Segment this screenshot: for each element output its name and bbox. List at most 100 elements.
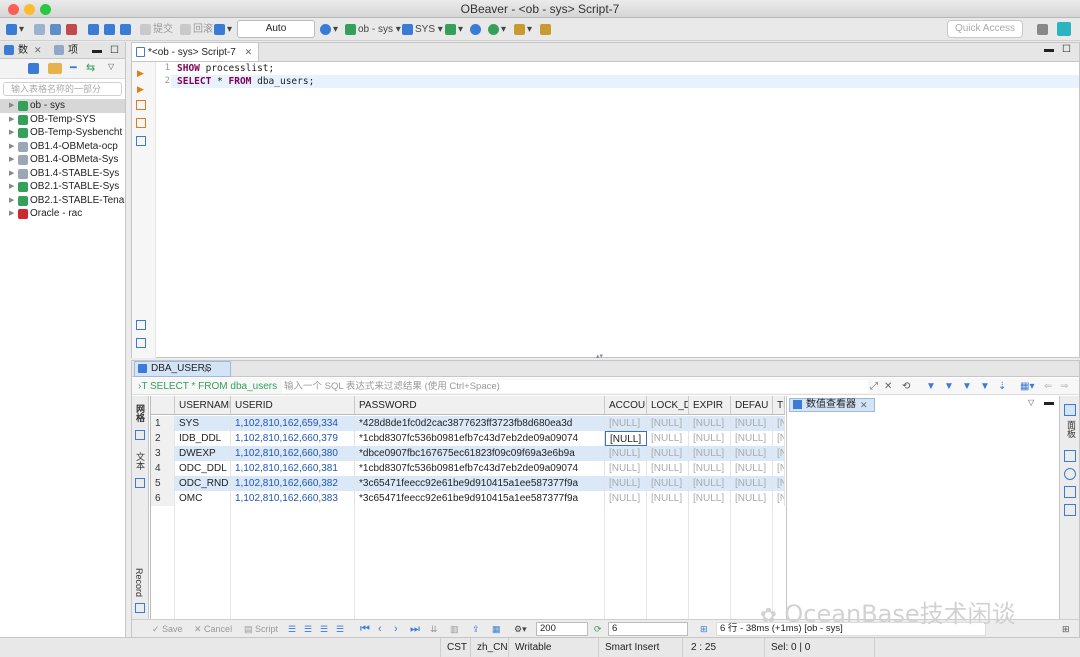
dbeaver-perspective-icon[interactable]	[1057, 21, 1073, 38]
navigation-icon[interactable]	[540, 21, 553, 38]
save-button[interactable]: ✓ Save	[152, 620, 183, 638]
active-connection-select[interactable]: ob - sys ▾	[345, 21, 401, 38]
tab-text-view[interactable]: 文本	[134, 452, 147, 470]
view-menu-icon[interactable]: ▽	[108, 62, 114, 71]
table-cell[interactable]: [NULL]	[605, 476, 647, 491]
link-editor-icon[interactable]: ⇆	[86, 61, 95, 74]
table-cell[interactable]: [NULL]	[605, 461, 647, 476]
connection-tree-item[interactable]: ▶ OB2.1-STABLE-Tena	[0, 194, 125, 208]
table-cell[interactable]: [NULL]	[647, 491, 689, 506]
next-page-icon[interactable]: ›	[394, 620, 398, 638]
calc-panel-icon[interactable]	[1064, 468, 1076, 480]
perspective-icon[interactable]	[1037, 21, 1050, 38]
table-cell[interactable]: *3c65471feecc92e61be9d910415a1ee587377f9…	[355, 476, 605, 491]
table-cell[interactable]: [NULL]	[731, 461, 773, 476]
expand-arrow-icon[interactable]: ▶	[9, 140, 14, 154]
table-cell[interactable]: 1,102,810,162,660,382	[231, 476, 355, 491]
active-schema-select[interactable]: SYS ▾	[402, 21, 443, 38]
table-cell[interactable]: *428d8de1fc0d2cac3877623ff3723fb8d680ea3…	[355, 416, 605, 431]
previous-page-icon[interactable]: ‹	[378, 620, 382, 638]
table-cell[interactable]: [NULL]	[689, 476, 731, 491]
table-cell[interactable]: [NULL]	[647, 476, 689, 491]
row-number[interactable]: 1	[151, 416, 175, 431]
tab-script-7[interactable]: *<ob - sys> Script-7 ✕	[132, 43, 260, 61]
table-cell[interactable]: [N	[773, 446, 785, 461]
quick-access-input[interactable]: Quick Access	[947, 20, 1023, 38]
tab-dba-users[interactable]: DBA_USERS ✕	[134, 361, 231, 377]
table-cell[interactable]: *dbce0907fbc167675ec61823f09c09f69a3e6b9…	[355, 446, 605, 461]
delete-row-icon[interactable]: ☰	[336, 620, 344, 638]
refresh-results-icon[interactable]: ⟳	[594, 620, 602, 638]
table-cell[interactable]: SYS	[175, 416, 231, 431]
sql-editor-icon[interactable]	[120, 21, 133, 38]
table-row[interactable]: 6 OMC 1,102,810,162,660,383 *3c65471feecc92…	[151, 491, 785, 506]
column-header[interactable]: DEFAU	[731, 396, 773, 415]
connection-tree-item[interactable]: ▶ OB2.1-STABLE-Sys	[0, 180, 125, 194]
execute-new-tab-icon[interactable]	[136, 100, 146, 110]
column-header[interactable]: EXPIR	[689, 396, 731, 415]
copy-row-icon[interactable]: ☰	[320, 620, 328, 638]
minimize-icon[interactable]: ▬	[92, 42, 102, 59]
table-cell[interactable]: DWEXP	[175, 446, 231, 461]
row-number[interactable]: 5	[151, 476, 175, 491]
folder-icon[interactable]	[48, 63, 62, 74]
table-cell[interactable]: [NULL]	[731, 491, 773, 506]
collapse-all-icon[interactable]: ━	[70, 61, 77, 74]
filter-icon[interactable]: ▼	[926, 378, 936, 395]
connection-tree-item[interactable]: ▶ OB1.4-OBMeta-ocp	[0, 140, 125, 154]
fetch-size-input[interactable]: 200	[536, 622, 588, 636]
code-line[interactable]: SELECT * FROM dba_users;	[177, 76, 314, 87]
cloud-icon[interactable]	[470, 21, 483, 38]
row-number[interactable]: 4	[151, 461, 175, 476]
outline-icon[interactable]	[136, 320, 146, 330]
table-row[interactable]: 5 ODC_RND 1,102,810,162,660,382 *3c65471fee…	[151, 476, 785, 491]
column-header[interactable]: PASSWORD	[355, 396, 605, 415]
metadata-panel-icon[interactable]	[1064, 486, 1076, 498]
forward-icon[interactable]: ⇒	[1060, 378, 1068, 395]
table-cell[interactable]: [NULL]	[689, 491, 731, 506]
view-menu-icon[interactable]: ▽	[1028, 398, 1034, 407]
table-cell[interactable]: [NULL]	[689, 431, 731, 446]
splitter-handle[interactable]: ▴▾	[596, 352, 603, 360]
grouping-panel-icon[interactable]	[1064, 504, 1076, 516]
table-cell[interactable]: [NULL]	[731, 431, 773, 446]
tab-projects[interactable]: 项	[68, 42, 78, 59]
edit-row-icon[interactable]: ☰	[288, 620, 296, 638]
minimize-window-button[interactable]	[24, 4, 35, 15]
table-cell[interactable]: 1,102,810,162,660,383	[231, 491, 355, 506]
minimize-icon[interactable]: ▬	[1044, 397, 1054, 408]
table-cell[interactable]: [NULL]	[605, 431, 647, 446]
layout-icon[interactable]: ▦▾	[1020, 378, 1034, 395]
expand-arrow-icon[interactable]: ▶	[9, 153, 14, 167]
first-page-icon[interactable]: ⏮	[360, 620, 370, 638]
table-cell[interactable]: [NULL]	[731, 416, 773, 431]
explain-plan-icon[interactable]	[136, 118, 146, 128]
close-window-button[interactable]	[8, 4, 19, 15]
table-cell[interactable]: [NULL]	[647, 416, 689, 431]
table-cell[interactable]: [N	[773, 476, 785, 491]
column-header[interactable]: LOCK_D	[647, 396, 689, 415]
tab-database-navigator[interactable]: 数	[18, 42, 28, 59]
table-cell[interactable]: [NULL]	[647, 446, 689, 461]
disconnect-icon[interactable]	[34, 21, 47, 38]
table-cell[interactable]: IDB_DDL	[175, 431, 231, 446]
expand-arrow-icon[interactable]: ▶	[9, 194, 14, 208]
table-cell[interactable]: [NULL]	[689, 416, 731, 431]
commit-button[interactable]: 提交	[140, 21, 173, 38]
close-tab-icon[interactable]: ✕	[203, 363, 211, 377]
results-grid[interactable]: USERNAME USERID PASSWORD ACCOU LOCK_D EXPIR DE…	[150, 396, 785, 619]
table-cell[interactable]: [N	[773, 491, 785, 506]
table-row[interactable]: 3 DWEXP 1,102,810,162,660,380 *dbce0907fbc1…	[151, 446, 785, 461]
execute-script-icon[interactable]: ▶	[137, 84, 144, 95]
expand-arrow-icon[interactable]: ▶	[9, 113, 14, 127]
row-count-field[interactable]: 6	[608, 622, 688, 636]
export-icon[interactable]: ⇪	[472, 620, 480, 638]
table-cell[interactable]: [NULL]	[647, 461, 689, 476]
execute-statement-icon[interactable]: ▶	[137, 68, 144, 79]
refresh-icon[interactable]: ▾	[445, 21, 463, 38]
expand-arrow-icon[interactable]: ▶	[9, 126, 14, 140]
expand-arrow-icon[interactable]: ▶	[9, 207, 14, 221]
tab-value-viewer[interactable]: 数值查看器 ✕	[789, 398, 875, 412]
bug-icon[interactable]: ▾	[488, 21, 506, 38]
expand-filter-icon[interactable]: ⤢	[870, 378, 878, 395]
